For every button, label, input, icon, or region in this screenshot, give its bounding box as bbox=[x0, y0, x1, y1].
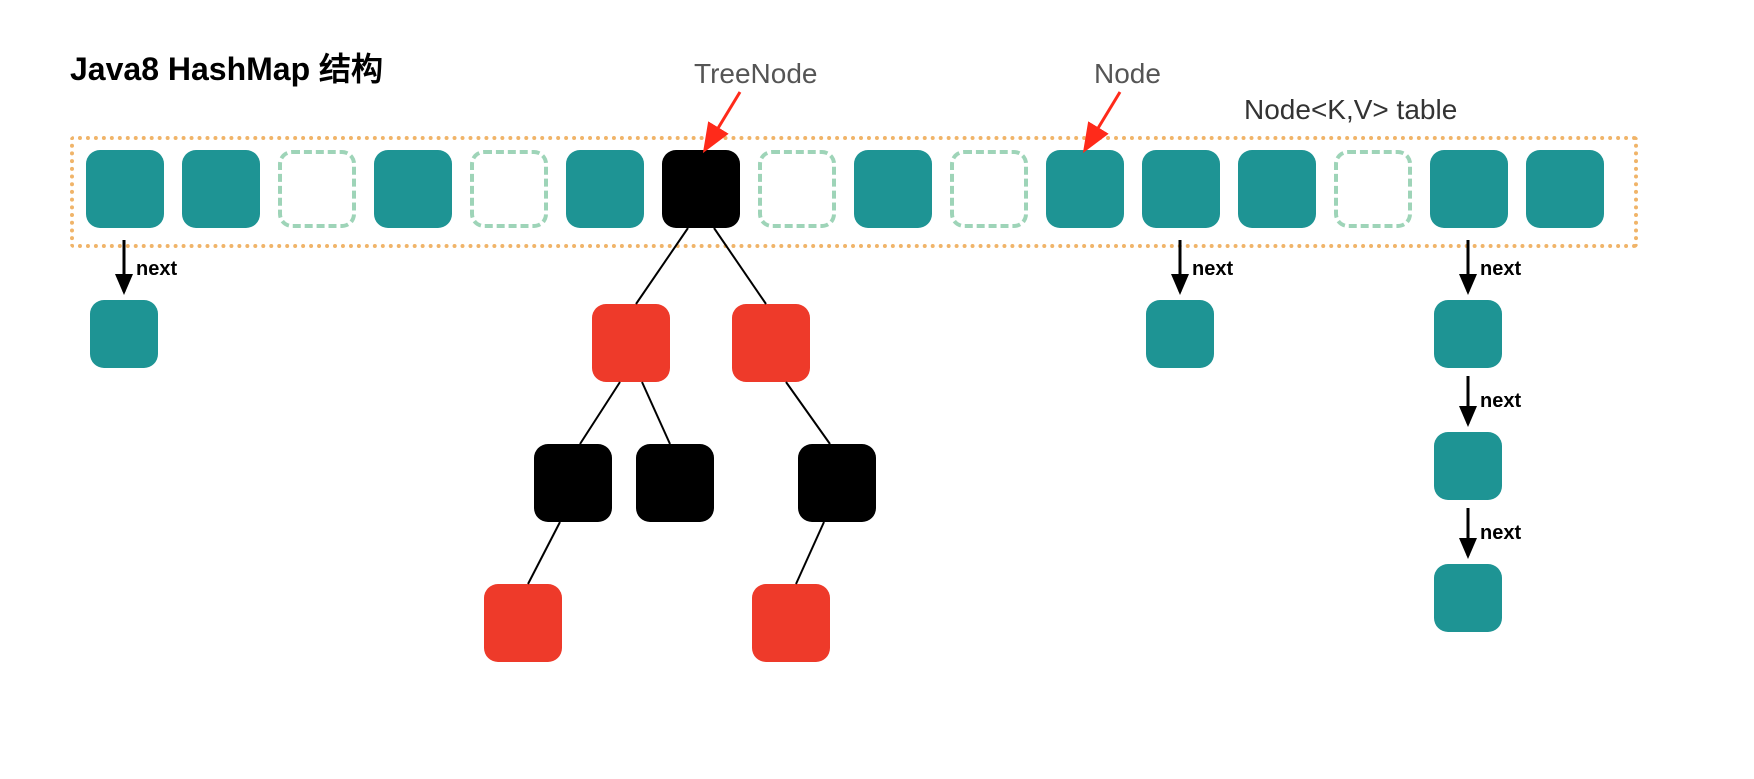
next-label-14-2: next bbox=[1480, 522, 1521, 545]
next-label-11: next bbox=[1192, 258, 1233, 281]
treenode-l3-b bbox=[752, 584, 830, 662]
bucket-5 bbox=[566, 150, 644, 228]
chain-14-node-1 bbox=[1434, 432, 1502, 500]
edge-l1l-l2a bbox=[580, 382, 620, 444]
bucket-13 bbox=[1334, 150, 1412, 228]
bucket-8 bbox=[854, 150, 932, 228]
bucket-0 bbox=[86, 150, 164, 228]
treenode-l2-a bbox=[534, 444, 612, 522]
bucket-3 bbox=[374, 150, 452, 228]
chain-14-node-0 bbox=[1434, 300, 1502, 368]
bucket-7 bbox=[758, 150, 836, 228]
chain-14-node-2 bbox=[1434, 564, 1502, 632]
bucket-1 bbox=[182, 150, 260, 228]
bucket-10 bbox=[1046, 150, 1124, 228]
bucket-11 bbox=[1142, 150, 1220, 228]
edge-l2c-l3b bbox=[796, 522, 824, 584]
diagram-canvas: Java8 HashMap 结构 TreeNode Node Node<K,V>… bbox=[0, 0, 1754, 779]
bucket-12 bbox=[1238, 150, 1316, 228]
bucket-9 bbox=[950, 150, 1028, 228]
edge-l2a-l3a bbox=[528, 522, 560, 584]
treenode-l1-right bbox=[732, 304, 810, 382]
treenode-l3-a bbox=[484, 584, 562, 662]
chain-0-node-0 bbox=[90, 300, 158, 368]
bucket-14 bbox=[1430, 150, 1508, 228]
label-table: Node<K,V> table bbox=[1244, 94, 1457, 126]
label-node: Node bbox=[1094, 58, 1161, 90]
label-treenode: TreeNode bbox=[694, 58, 817, 90]
bucket-4 bbox=[470, 150, 548, 228]
chain-11-node-0 bbox=[1146, 300, 1214, 368]
diagram-title: Java8 HashMap 结构 bbox=[70, 44, 383, 90]
bucket-6-treenode-root bbox=[662, 150, 740, 228]
treenode-l2-b bbox=[636, 444, 714, 522]
edge-l1l-l2b bbox=[642, 382, 670, 444]
bucket-2 bbox=[278, 150, 356, 228]
edge-l1r-l2c bbox=[786, 382, 830, 444]
treenode-l1-left bbox=[592, 304, 670, 382]
treenode-l2-c bbox=[798, 444, 876, 522]
next-label-14-1: next bbox=[1480, 390, 1521, 413]
next-label-0: next bbox=[136, 258, 177, 281]
next-label-14-0: next bbox=[1480, 258, 1521, 281]
bucket-15 bbox=[1526, 150, 1604, 228]
